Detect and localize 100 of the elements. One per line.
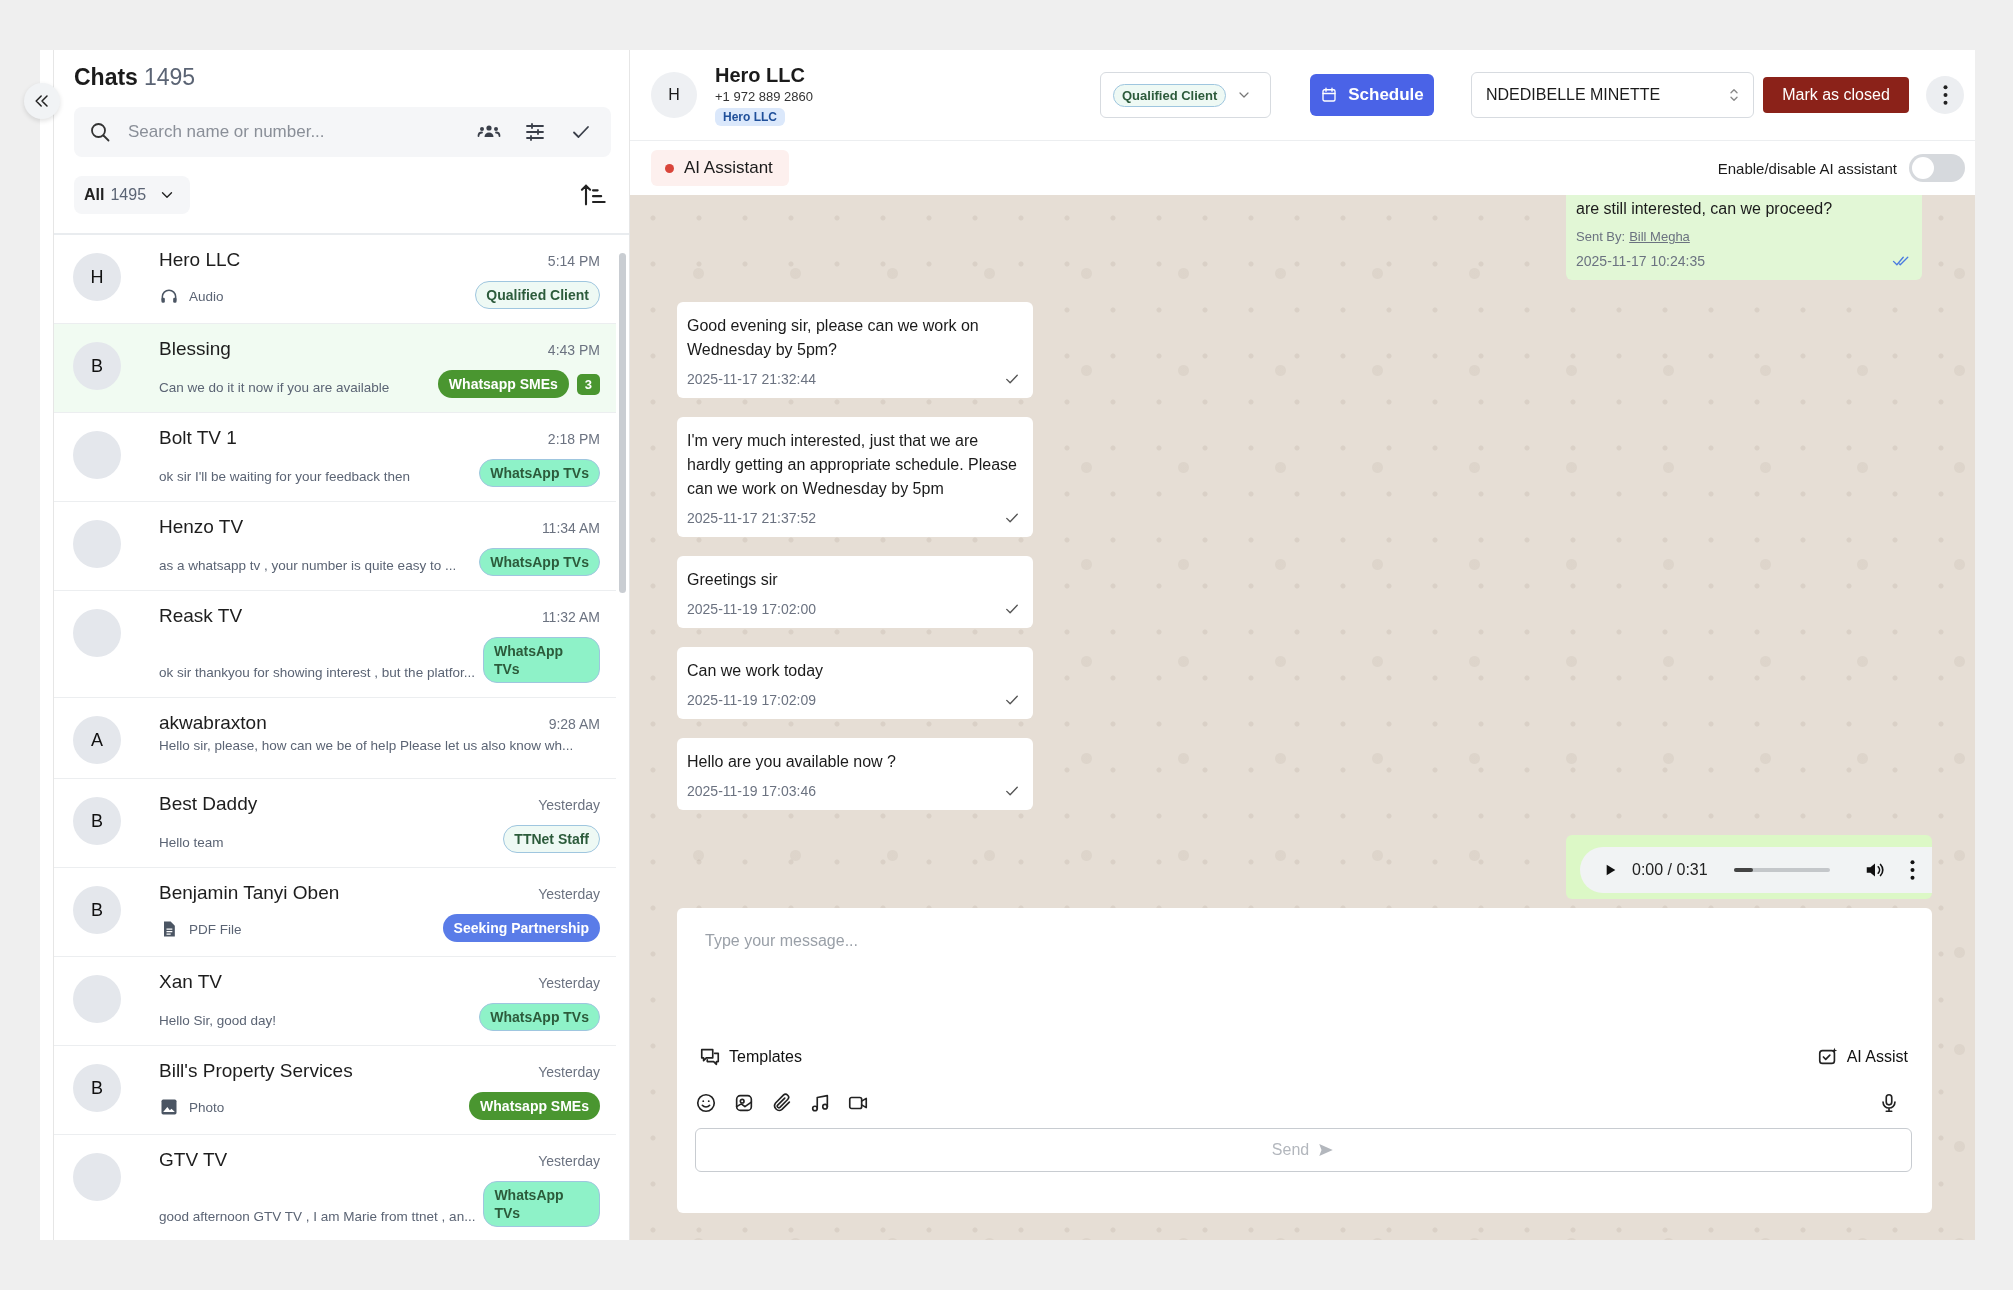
contact-name: Benjamin Tanyi Oben (159, 882, 340, 904)
scrollbar-thumb[interactable] (619, 253, 626, 593)
timestamp: 5:14 PM (547, 253, 600, 269)
tag: Whatsapp SMEs (437, 370, 569, 398)
image-icon (159, 1097, 179, 1117)
message-preview: good afternoon GTV TV , I am Marie from ttnet , an... (159, 1209, 476, 1224)
attachment-icon[interactable] (771, 1092, 793, 1114)
message-text: Can we work today (687, 661, 825, 681)
timestamp: 11:32 AM (541, 609, 600, 625)
contact-name: Xan TV (159, 971, 223, 993)
message-preview: Photo (189, 1099, 225, 1115)
chat-count: 1495 (143, 64, 196, 91)
collapse-button[interactable] (24, 83, 60, 119)
mark-closed-button[interactable]: Mark as closed (1763, 77, 1909, 113)
message-preview: Hello sir, please, how can we be of help Please let us also know wh... (159, 738, 574, 753)
timestamp: 2:18 PM (547, 431, 600, 447)
timestamp: Yesterday (538, 886, 600, 902)
contact-name: GTV TV (159, 1149, 228, 1171)
contact-name: Hero LLC (159, 249, 241, 271)
message-text: I'm very much interested, just that we are hardly getting an appropriate schedule. Please can we work on Wednesday by 5pm (687, 431, 1018, 499)
ai-assistant-badge: AI Assistant (651, 150, 789, 186)
contact-name: Bill's Property Services (159, 1060, 353, 1082)
message-text: Good evening sir, please can we work on Wednesday by 5pm? (687, 316, 980, 360)
contact-name: akwabraxton (159, 712, 267, 734)
filter-icon[interactable] (523, 120, 547, 144)
tag: Seeking Partnership (442, 914, 600, 942)
contact-name: Bolt TV 1 (159, 427, 237, 449)
message-text: Greetings sir (687, 570, 779, 590)
timestamp: 4:43 PM (547, 342, 600, 358)
timestamp: 9:28 AM (548, 716, 600, 732)
search-icon (88, 120, 112, 144)
toggle-label: Enable/disable AI assistant (1717, 159, 1897, 177)
chat-list-item[interactable]: B Blessing 4:43 PM Can we do it it now if you are available Whatsapp SMEs 3 (54, 324, 616, 413)
more-icon (1942, 85, 1948, 105)
message-preview: Hello team (159, 835, 224, 850)
avatar: H (651, 72, 697, 118)
ai-toggle[interactable] (1909, 154, 1965, 182)
sender-link[interactable]: Bill Megha (1629, 229, 1690, 244)
message-preview: Can we do it it now if you are available (159, 380, 390, 395)
ai-assist-button[interactable]: AI Assist (1812, 1042, 1912, 1072)
avatar: B (73, 797, 121, 845)
contact-name: Hero LLC (715, 64, 805, 87)
schedule-button[interactable]: Schedule (1310, 74, 1434, 116)
tag: Qualified Client (475, 281, 600, 309)
message-preview: PDF File (189, 921, 242, 937)
timestamp: 11:34 AM (541, 520, 600, 536)
timestamp: Yesterday (538, 1064, 600, 1080)
timestamp: Yesterday (538, 797, 600, 813)
contact-name: Best Daddy (159, 793, 258, 815)
templates-button[interactable]: Templates (695, 1042, 806, 1072)
avatar (73, 609, 121, 657)
music-note-icon[interactable] (809, 1092, 831, 1114)
progress-track[interactable] (1733, 868, 1830, 872)
avatar: H (73, 253, 121, 301)
filter-dropdown[interactable]: All 1495 (74, 176, 191, 214)
avatar: A (73, 716, 121, 764)
timestamp: Yesterday (538, 1153, 600, 1169)
avatar: B (73, 886, 121, 934)
sticker-icon[interactable] (733, 1092, 755, 1114)
status-dropdown[interactable]: Qualified Client (1100, 72, 1271, 118)
message-time: 2025-11-17 10:24:35 (1576, 253, 1705, 269)
avatar: B (73, 1064, 121, 1112)
more-icon[interactable] (1909, 860, 1915, 880)
headphones-icon (159, 286, 179, 306)
unread-count: 3 (576, 374, 600, 395)
search-bar[interactable]: Search name or number... (74, 107, 611, 157)
avatar (73, 975, 121, 1023)
calendar-icon (1320, 86, 1339, 104)
tag: Whatsapp SMEs (469, 1092, 600, 1120)
composer-card[interactable]: Type your message... Templates AI Assist Send (677, 908, 1932, 1213)
message-preview: Hello Sir, good day! (159, 1013, 277, 1028)
message-time: 2025-11-17 21:32:44 (687, 371, 816, 387)
message-time: 2025-11-17 21:37:52 (687, 510, 816, 526)
contact-name: Blessing (159, 338, 231, 360)
message-time: 2025-11-19 17:02:00 (687, 601, 816, 617)
tag: TTNet Staff (503, 825, 600, 853)
avatar (73, 431, 121, 479)
avatar: B (73, 342, 121, 390)
message-preview: as a whatsapp tv , your number is quite easy to ... (159, 558, 457, 573)
message-preview: ok sir I'll be waiting for your feedback then (159, 469, 410, 484)
contact-name: Reask TV (159, 605, 243, 627)
agent-select[interactable]: NDEDIBELLE MINETTE (1471, 72, 1754, 118)
status-label: Qualified Client (1113, 83, 1227, 107)
message-text: Hello are you available now ? (687, 752, 897, 772)
avatar (73, 1153, 121, 1201)
audio-player[interactable]: 0:00 / 0:31 (1580, 847, 1932, 893)
phone-number: +1 972 889 2860 (715, 89, 813, 104)
tag: WhatsApp TVs (479, 459, 600, 487)
tag: WhatsApp TVs (483, 1181, 600, 1227)
chat-bubbles-icon (699, 1046, 721, 1068)
message-time: 2025-11-19 17:03:46 (687, 783, 816, 799)
contact-tag: Hero LLC (715, 108, 785, 126)
contact-name: Henzo TV (159, 516, 244, 538)
emoji-icon[interactable] (695, 1092, 717, 1114)
sidebar-title: Chats (74, 64, 138, 91)
message-text: are still interested, can we proceed? (1576, 199, 1834, 219)
tag: WhatsApp TVs (479, 1003, 600, 1031)
avatar (73, 520, 121, 568)
timestamp: Yesterday (538, 975, 600, 991)
more-button[interactable] (1926, 76, 1964, 114)
